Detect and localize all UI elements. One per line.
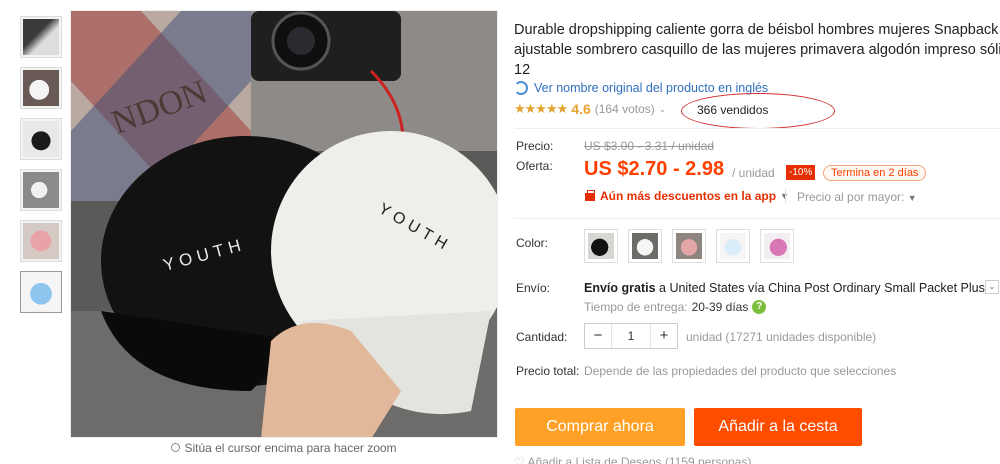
color-option-pink[interactable] bbox=[672, 229, 706, 263]
title-line-3: 12 bbox=[514, 62, 531, 78]
sold-count: 366 vendidos bbox=[697, 103, 769, 117]
quantity-stepper: − 1 + bbox=[584, 323, 678, 349]
add-to-cart-button[interactable]: Añadir a la cesta bbox=[694, 408, 862, 446]
shipping-dropdown-chevron-icon[interactable]: ⌄ bbox=[985, 280, 999, 294]
wishlist-link[interactable]: ♡ Añadir a Lista de Deseos (1159 persona… bbox=[514, 455, 751, 464]
thumbnail-1[interactable] bbox=[20, 16, 62, 58]
price-label: Precio: bbox=[516, 139, 554, 153]
thumbnail-list bbox=[20, 16, 64, 322]
title-line-1: Durable dropshipping caliente gorra de b… bbox=[514, 22, 999, 38]
price-unit: / unidad bbox=[732, 166, 775, 180]
original-price: US $3.00 - 3.31 / unidad bbox=[584, 139, 715, 153]
zoom-hint: Sitúa el cursor encima para hacer zoom bbox=[70, 441, 498, 455]
rating-score: 4.6 bbox=[571, 101, 591, 117]
quantity-input[interactable]: 1 bbox=[611, 324, 651, 348]
total-price-label: Precio total: bbox=[516, 364, 580, 378]
caret-down-icon: ▼ bbox=[907, 193, 917, 203]
shipping-method[interactable]: Envío gratis a United States vía China P… bbox=[584, 281, 985, 295]
discount-badge: -10% bbox=[786, 165, 816, 180]
color-label: Color: bbox=[516, 236, 549, 250]
thumbnail-2[interactable] bbox=[20, 67, 62, 109]
help-question-icon[interactable]: ? bbox=[752, 300, 767, 314]
rating-votes[interactable]: (164 votos) bbox=[595, 102, 655, 116]
magnifier-icon bbox=[171, 443, 181, 452]
thumbnail-6[interactable] bbox=[20, 271, 62, 313]
quantity-decrease-button[interactable]: − bbox=[585, 324, 611, 348]
countdown-badge: Termina en 2 días bbox=[823, 165, 927, 181]
separator bbox=[785, 189, 786, 203]
quantity-label: Cantidad: bbox=[516, 330, 568, 344]
title-line-2: ajustable sombrero casquillo de las muje… bbox=[514, 42, 1000, 58]
color-options bbox=[584, 229, 794, 263]
divider bbox=[514, 128, 1000, 129]
quantity-increase-button[interactable]: + bbox=[651, 324, 677, 348]
heart-icon: ♡ bbox=[514, 455, 525, 464]
color-option-white[interactable] bbox=[628, 229, 662, 263]
quantity-available: unidad (17271 unidades disponible) bbox=[686, 330, 877, 344]
rating-row: ★★★★★ 4.6 (164 votos) ⌄ bbox=[514, 101, 666, 117]
offer-label: Oferta: bbox=[516, 159, 553, 173]
main-product-image[interactable]: NDON YOUTH YOUTH bbox=[70, 10, 498, 438]
translate-link[interactable]: Ver nombre original del producto en ingl… bbox=[514, 81, 768, 95]
current-price: US $2.70 - 2.98 bbox=[584, 158, 725, 180]
star-rating-icon: ★★★★★ bbox=[514, 101, 568, 116]
bulk-price-link[interactable]: Precio al por mayor: ▼ bbox=[797, 190, 917, 204]
thumbnail-4[interactable] bbox=[20, 169, 62, 211]
app-discount-link[interactable]: Aún más descuentos en la app ▼ bbox=[584, 189, 789, 203]
color-option-black[interactable] bbox=[584, 229, 618, 263]
translate-icon bbox=[514, 81, 528, 95]
shopping-bag-icon bbox=[584, 190, 596, 202]
thumbnail-5[interactable] bbox=[20, 220, 62, 262]
divider bbox=[514, 218, 1000, 219]
buy-now-button[interactable]: Comprar ahora bbox=[515, 408, 685, 446]
thumbnail-3[interactable] bbox=[20, 118, 62, 160]
product-photo: NDON YOUTH YOUTH bbox=[71, 11, 497, 437]
product-title: Durable dropshipping caliente gorra de b… bbox=[514, 20, 1000, 80]
shipping-label: Envío: bbox=[516, 281, 551, 295]
total-price-value: Depende de las propiedades del producto … bbox=[584, 364, 897, 378]
color-option-light-blue[interactable] bbox=[716, 229, 750, 263]
chevron-down-icon[interactable]: ⌄ bbox=[659, 104, 667, 115]
delivery-time: Tiempo de entrega: 20-39 días ? bbox=[584, 300, 767, 314]
color-option-pink-purple[interactable] bbox=[760, 229, 794, 263]
